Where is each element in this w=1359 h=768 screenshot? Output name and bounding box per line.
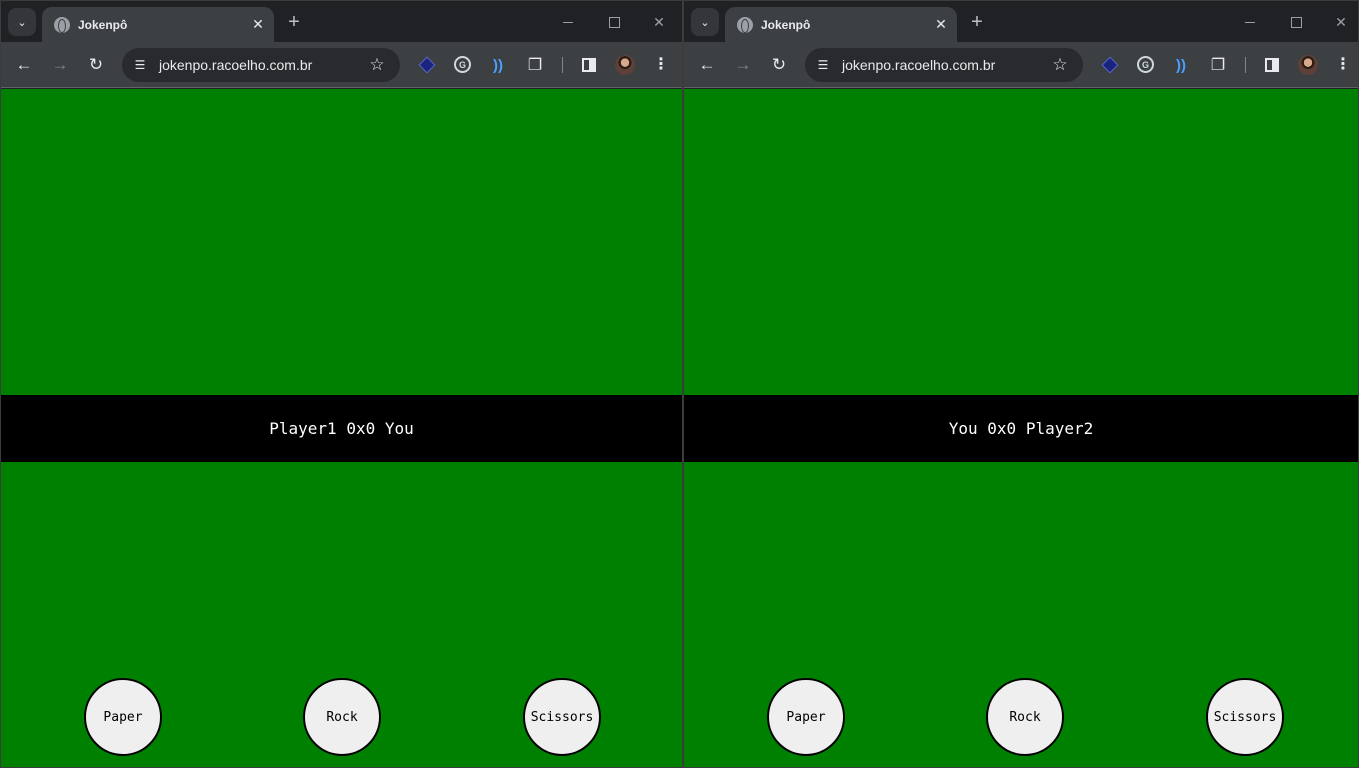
tab-strip: ⌄ Jokenpô ✕ + ✕	[1, 1, 682, 42]
kebab-menu-icon[interactable]: ⋮	[1333, 54, 1353, 76]
wave-extension-icon[interactable]: ))	[1171, 55, 1191, 75]
url-text[interactable]: jokenpo.racoelho.com.br	[842, 57, 995, 73]
scissors-button[interactable]: Scissors	[1206, 678, 1284, 756]
tab-title: Jokenpô	[78, 17, 128, 32]
diamond-extension-icon[interactable]	[1100, 55, 1120, 75]
side-panel-icon[interactable]	[1265, 58, 1279, 72]
close-window-icon[interactable]: ✕	[639, 8, 679, 36]
rock-button[interactable]: Rock	[303, 678, 381, 756]
arrow-right-icon[interactable]: →	[46, 51, 74, 79]
browser-toolbar: ← → ↻ ☰ jokenpo.racoelho.com.br ☆ G )) ❐…	[1, 42, 682, 88]
close-window-icon[interactable]: ✕	[1321, 8, 1358, 36]
chevron-down-icon[interactable]: ⌄	[691, 8, 719, 36]
plus-icon[interactable]: +	[282, 10, 306, 34]
chevron-down-icon[interactable]: ⌄	[8, 8, 36, 36]
reload-icon[interactable]: ↻	[82, 51, 110, 79]
address-bar[interactable]: ☰ jokenpo.racoelho.com.br ☆	[805, 48, 1083, 82]
url-text[interactable]: jokenpo.racoelho.com.br	[159, 57, 312, 73]
avatar[interactable]	[615, 55, 635, 75]
reload-icon[interactable]: ↻	[765, 51, 793, 79]
kebab-menu-icon[interactable]: ⋮	[651, 54, 671, 76]
arrow-right-icon[interactable]: →	[729, 51, 757, 79]
side-panel-icon[interactable]	[582, 58, 596, 72]
tune-icon[interactable]: ☰	[813, 55, 833, 75]
tab-jokenpo[interactable]: Jokenpô ✕	[725, 7, 957, 42]
arrow-left-icon[interactable]: ←	[10, 51, 38, 79]
avatar[interactable]	[1298, 55, 1318, 75]
toolbar-divider	[562, 57, 563, 73]
toolbar-divider	[1245, 57, 1246, 73]
maximize-icon[interactable]	[1276, 8, 1316, 36]
game-page: Player1 0x0 You Paper Rock Scissors	[1, 89, 682, 767]
arrow-left-icon[interactable]: ←	[693, 51, 721, 79]
globe-icon	[737, 16, 753, 33]
paper-button[interactable]: Paper	[84, 678, 162, 756]
star-icon[interactable]: ☆	[366, 54, 388, 76]
browser-window-player1: ⌄ Jokenpô ✕ + ✕ ← → ↻ ☰ jokenpo.racoelho…	[0, 0, 683, 768]
close-icon[interactable]: ✕	[248, 15, 268, 35]
rock-button[interactable]: Rock	[986, 678, 1064, 756]
password-extension-icon[interactable]: G	[1137, 56, 1154, 73]
diamond-extension-icon[interactable]	[417, 55, 437, 75]
plus-icon[interactable]: +	[965, 10, 989, 34]
score-bar: Player1 0x0 You	[1, 395, 682, 462]
password-extension-icon[interactable]: G	[454, 56, 471, 73]
maximize-icon[interactable]	[594, 8, 634, 36]
score-text: You 0x0 Player2	[948, 419, 1094, 438]
close-icon[interactable]: ✕	[931, 15, 951, 35]
puzzle-icon[interactable]: ❐	[525, 55, 545, 75]
wave-extension-icon[interactable]: ))	[488, 55, 508, 75]
minimize-icon[interactable]	[548, 8, 588, 36]
scissors-button[interactable]: Scissors	[523, 678, 601, 756]
minimize-icon[interactable]	[1230, 8, 1270, 36]
paper-button[interactable]: Paper	[767, 678, 845, 756]
star-icon[interactable]: ☆	[1049, 54, 1071, 76]
browser-toolbar: ← → ↻ ☰ jokenpo.racoelho.com.br ☆ G )) ❐…	[684, 42, 1358, 88]
puzzle-icon[interactable]: ❐	[1208, 55, 1228, 75]
tune-icon[interactable]: ☰	[130, 55, 150, 75]
globe-icon	[54, 16, 70, 33]
game-page: You 0x0 Player2 Paper Rock Scissors	[684, 89, 1358, 767]
tab-strip: ⌄ Jokenpô ✕ + ✕	[684, 1, 1358, 42]
address-bar[interactable]: ☰ jokenpo.racoelho.com.br ☆	[122, 48, 400, 82]
tab-jokenpo[interactable]: Jokenpô ✕	[42, 7, 274, 42]
browser-window-player2: ⌄ Jokenpô ✕ + ✕ ← → ↻ ☰ jokenpo.racoelho…	[683, 0, 1359, 768]
score-bar: You 0x0 Player2	[684, 395, 1358, 462]
tab-title: Jokenpô	[761, 17, 811, 32]
score-text: Player1 0x0 You	[269, 419, 414, 438]
